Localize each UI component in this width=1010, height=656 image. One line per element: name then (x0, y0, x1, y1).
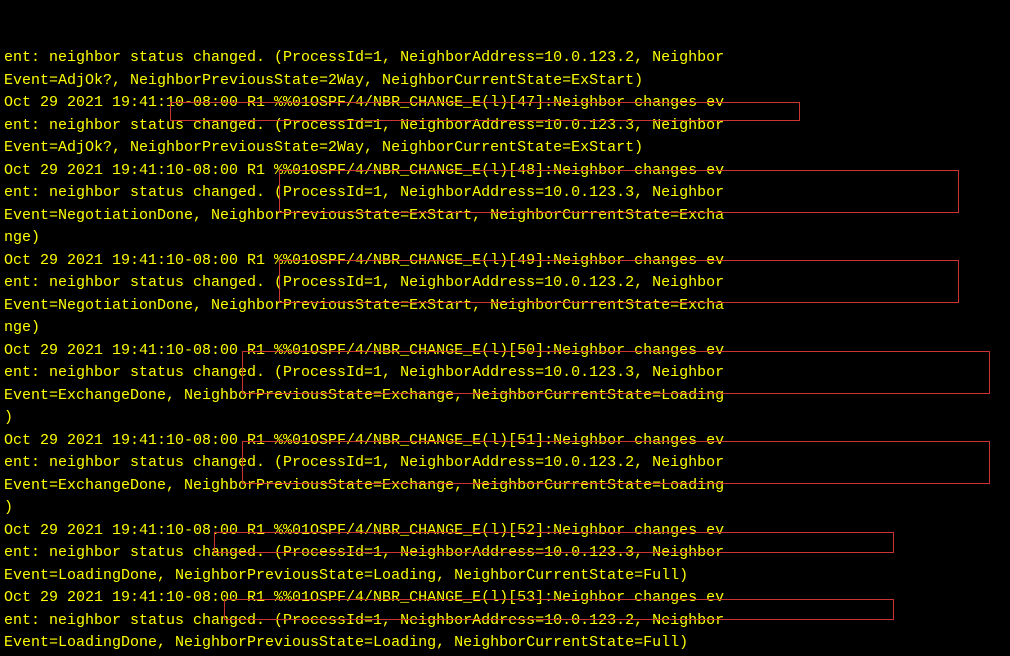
log-line: Event=NegotiationDone, NeighborPreviousS… (4, 295, 1006, 318)
log-line: Event=AdjOk?, NeighborPreviousState=2Way… (4, 137, 1006, 160)
log-line: Oct 29 2021 19:41:10-08:00 R1 %%01OSPF/4… (4, 340, 1006, 363)
log-line: Event=LoadingDone, NeighborPreviousState… (4, 565, 1006, 588)
log-line: ent: neighbor status changed. (ProcessId… (4, 542, 1006, 565)
log-line: ent: neighbor status changed. (ProcessId… (4, 47, 1006, 70)
terminal-output: ent: neighbor status changed. (ProcessId… (4, 2, 1006, 655)
log-line: Oct 29 2021 19:41:10-08:00 R1 %%01OSPF/4… (4, 520, 1006, 543)
log-line: ent: neighbor status changed. (ProcessId… (4, 610, 1006, 633)
log-line: Event=ExchangeDone, NeighborPreviousStat… (4, 385, 1006, 408)
log-line: ) (4, 407, 1006, 430)
log-line: nge) (4, 317, 1006, 340)
log-line: Oct 29 2021 19:41:10-08:00 R1 %%01OSPF/4… (4, 250, 1006, 273)
log-line: ent: neighbor status changed. (ProcessId… (4, 452, 1006, 475)
log-line: Oct 29 2021 19:41:10-08:00 R1 %%01OSPF/4… (4, 160, 1006, 183)
log-line: ent: neighbor status changed. (ProcessId… (4, 115, 1006, 138)
log-line: Oct 29 2021 19:41:10-08:00 R1 %%01OSPF/4… (4, 587, 1006, 610)
log-line: ) (4, 497, 1006, 520)
log-line: Oct 29 2021 19:41:10-08:00 R1 %%01OSPF/4… (4, 92, 1006, 115)
log-line: Event=LoadingDone, NeighborPreviousState… (4, 632, 1006, 655)
log-line: ent: neighbor status changed. (ProcessId… (4, 182, 1006, 205)
log-line: Oct 29 2021 19:41:10-08:00 R1 %%01OSPF/4… (4, 430, 1006, 453)
log-line: Event=NegotiationDone, NeighborPreviousS… (4, 205, 1006, 228)
log-line: ent: neighbor status changed. (ProcessId… (4, 362, 1006, 385)
log-line: nge) (4, 227, 1006, 250)
log-line: Event=AdjOk?, NeighborPreviousState=2Way… (4, 70, 1006, 93)
log-line: ent: neighbor status changed. (ProcessId… (4, 272, 1006, 295)
log-line: Event=ExchangeDone, NeighborPreviousStat… (4, 475, 1006, 498)
